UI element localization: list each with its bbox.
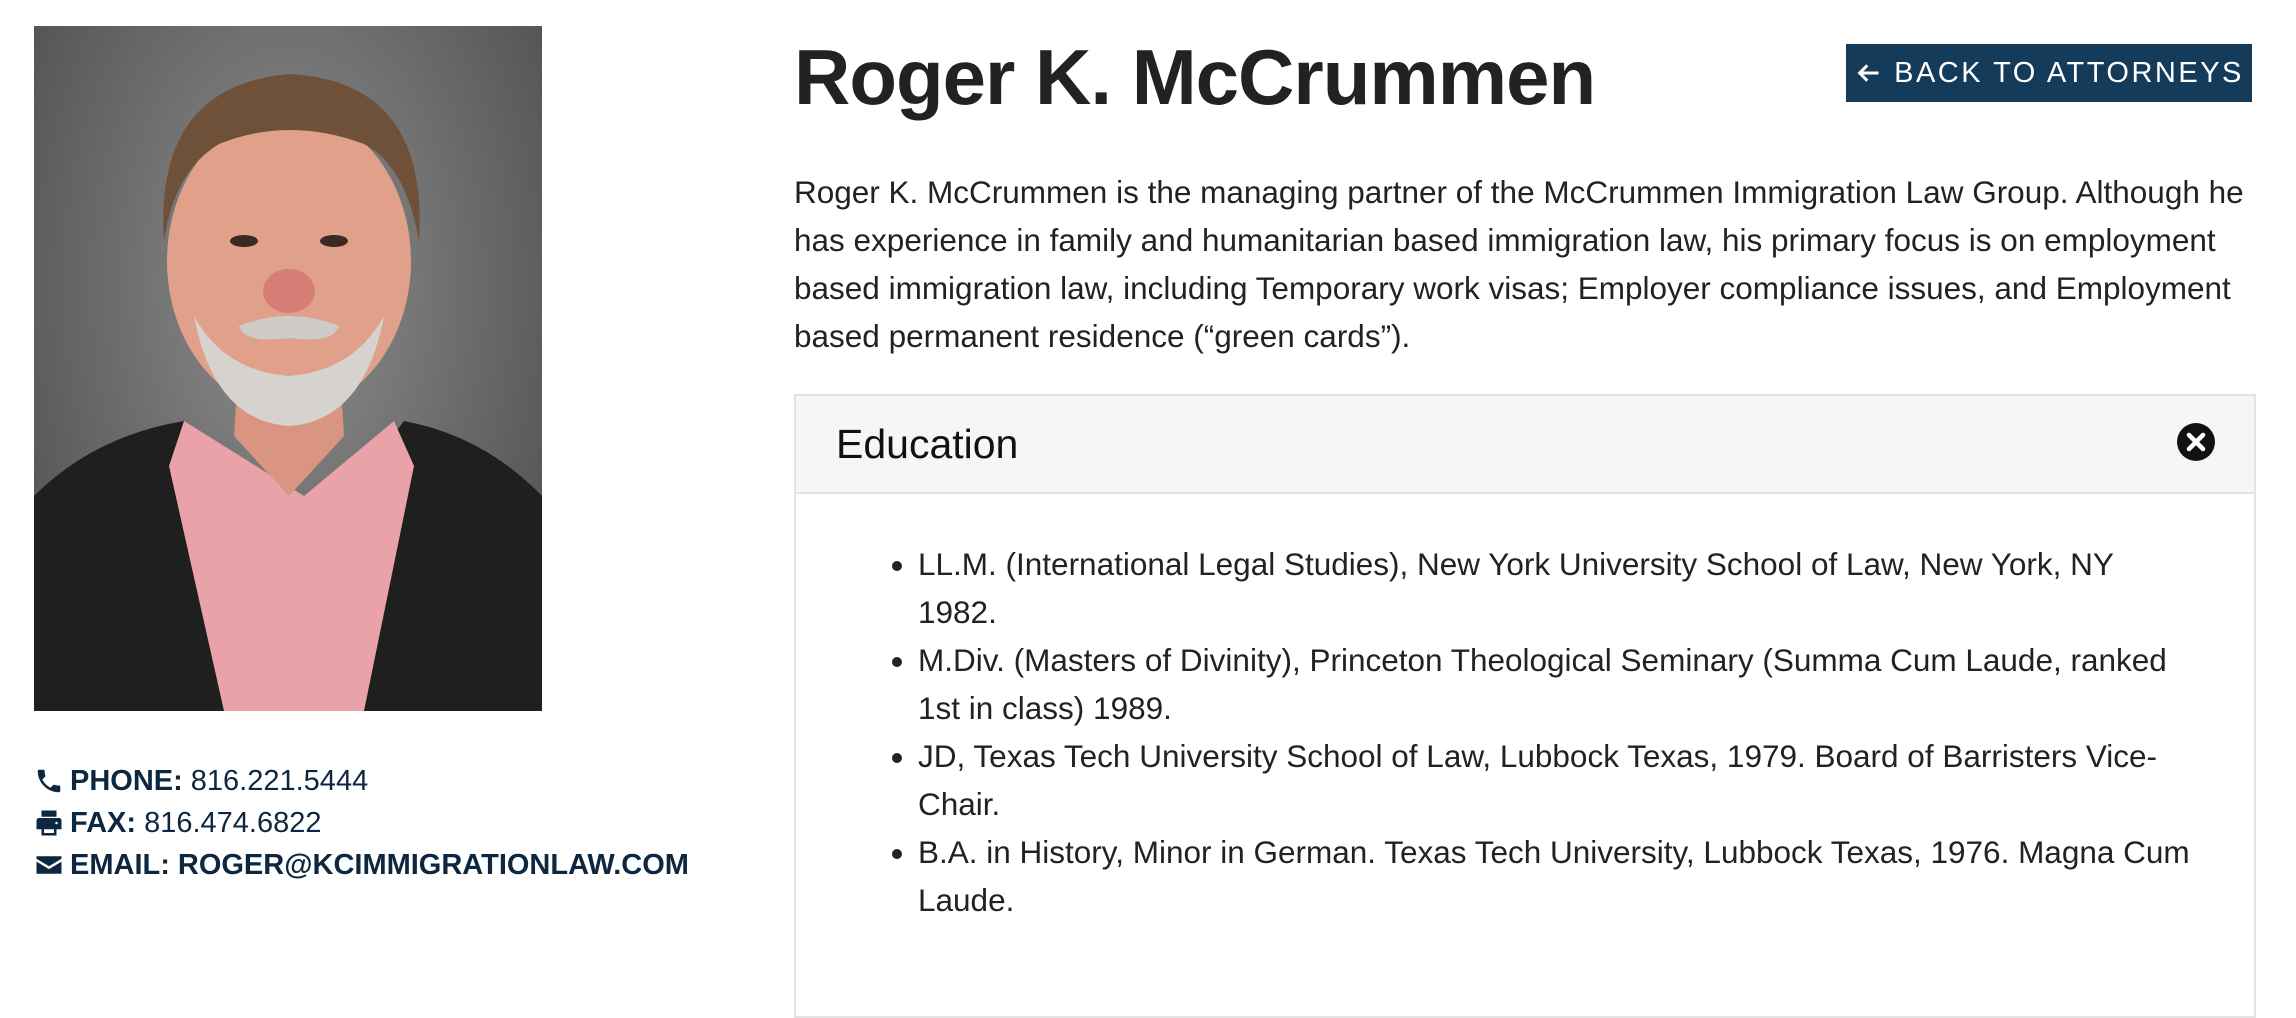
education-item: LL.M. (International Legal Studies), New…: [918, 540, 2194, 636]
email-row: EMAIL: ROGER@KCIMMIGRATIONLAW.COM: [34, 844, 689, 886]
fax-row: FAX: 816.474.6822: [34, 802, 689, 844]
phone-number[interactable]: 816.221.5444: [191, 760, 368, 802]
attorney-photo: [34, 26, 542, 711]
contact-info: PHONE: 816.221.5444 FAX: 816.474.6822 EM…: [34, 760, 689, 886]
printer-icon: [36, 810, 62, 836]
attorney-name: Roger K. McCrummen: [794, 33, 1596, 121]
back-to-attorneys-button[interactable]: BACK TO ATTORNEYS: [1846, 44, 2252, 102]
attorney-bio: Roger K. McCrummen is the managing partn…: [794, 174, 2244, 354]
phone-label: PHONE:: [70, 765, 183, 797]
email-label: EMAIL:: [70, 849, 170, 881]
close-circle-icon[interactable]: [2176, 422, 2216, 462]
education-list: LL.M. (International Legal Studies), New…: [856, 540, 2194, 924]
fax-number: 816.474.6822: [144, 807, 322, 839]
phone-icon: [37, 769, 61, 793]
envelope-icon: [36, 856, 62, 874]
arrow-left-icon: [1857, 64, 1879, 82]
education-title: Education: [836, 421, 1019, 467]
education-accordion: Education LL.M. (International Legal Stu…: [794, 394, 2256, 1018]
education-header[interactable]: Education: [796, 396, 2254, 494]
education-item: M.Div. (Masters of Divinity), Princeton …: [918, 636, 2194, 732]
education-item: JD, Texas Tech University School of Law,…: [918, 732, 2194, 828]
education-body: LL.M. (International Legal Studies), New…: [796, 494, 2254, 924]
fax-label: FAX:: [70, 807, 137, 839]
education-item: B.A. in History, Minor in German. Texas …: [918, 828, 2194, 924]
phone-row: PHONE: 816.221.5444: [34, 760, 689, 802]
email-link[interactable]: ROGER@KCIMMIGRATIONLAW.COM: [178, 844, 689, 886]
back-button-label: BACK TO ATTORNEYS: [1894, 56, 2244, 89]
